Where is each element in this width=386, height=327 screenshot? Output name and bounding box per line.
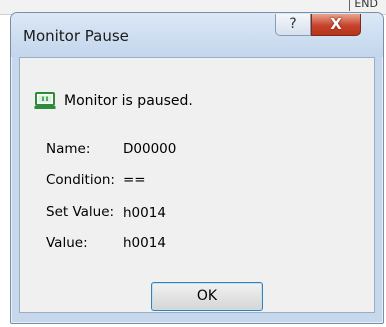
dialog-title-bar[interactable]: Monitor Pause ? X	[11, 13, 383, 57]
value-label: Value:	[46, 235, 88, 251]
status-message-row: Monitor is paused.	[34, 92, 193, 110]
condition-value: ==	[123, 172, 146, 188]
condition-label: Condition:	[46, 172, 115, 188]
close-button[interactable]: X	[311, 14, 361, 36]
value-value: h0014	[123, 235, 166, 251]
background-end-label: END	[349, 0, 378, 11]
help-icon: ?	[289, 16, 297, 32]
dialog-title: Monitor Pause	[23, 27, 129, 45]
monitor-pause-dialog: Monitor Pause ? X Monitor is paused. Nam…	[10, 12, 384, 324]
status-message: Monitor is paused.	[64, 93, 193, 109]
dialog-content: Monitor is paused. Name: D00000 Conditio…	[19, 57, 375, 313]
ok-button[interactable]: OK	[151, 282, 263, 311]
set-value-label: Set Value:	[46, 204, 115, 220]
name-value: D00000	[123, 141, 177, 157]
close-icon: X	[330, 15, 342, 33]
name-label: Name:	[46, 141, 91, 157]
monitor-icon	[34, 92, 56, 109]
set-value-value: h0014	[123, 205, 166, 221]
help-button[interactable]: ?	[275, 14, 311, 36]
